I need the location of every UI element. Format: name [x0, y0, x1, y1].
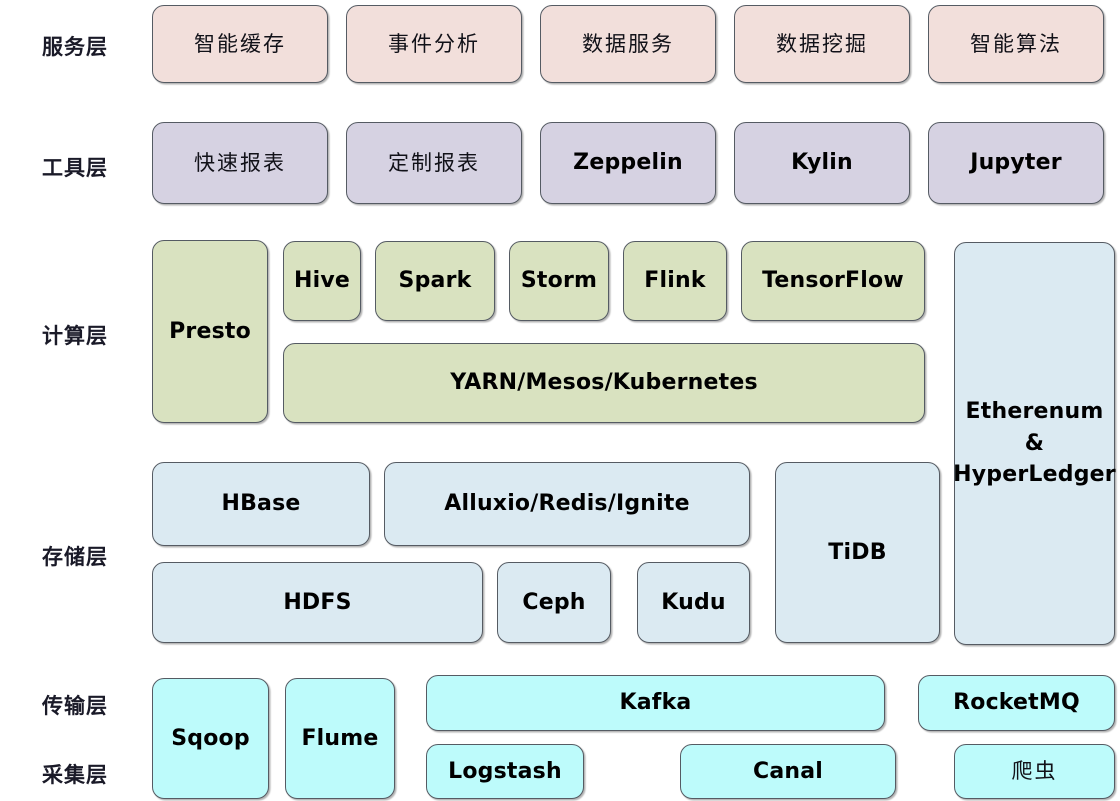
- node-label: 智能缓存: [194, 31, 286, 56]
- node-label: 事件分析: [388, 31, 480, 56]
- node-label: Spark: [398, 268, 472, 294]
- node-service-data-service[interactable]: 数据服务: [540, 5, 716, 83]
- node-storage-hdfs[interactable]: HDFS: [152, 562, 483, 643]
- node-service-smart-algorithm[interactable]: 智能算法: [928, 5, 1104, 83]
- node-collect-logstash[interactable]: Logstash: [426, 744, 584, 799]
- node-compute-yarn-mesos-kubernetes[interactable]: YARN/Mesos/Kubernetes: [283, 343, 925, 423]
- node-label: Alluxio/Redis/Ignite: [444, 491, 690, 517]
- node-storage-alluxio-redis-ignite[interactable]: Alluxio/Redis/Ignite: [384, 462, 750, 546]
- node-label: Canal: [752, 758, 824, 784]
- node-label: 定制报表: [388, 150, 480, 175]
- node-collect-canal[interactable]: Canal: [680, 744, 896, 799]
- node-transport-flume[interactable]: Flume: [285, 678, 395, 799]
- node-label: Jupyter: [970, 150, 1062, 176]
- node-label: 数据服务: [582, 31, 674, 56]
- node-label: RocketMQ: [953, 690, 1080, 716]
- node-label: Presto: [169, 318, 251, 344]
- node-label: HDFS: [283, 589, 352, 615]
- node-transport-kafka[interactable]: Kafka: [426, 675, 885, 731]
- node-label: Zeppelin: [573, 150, 683, 176]
- node-label: Kafka: [619, 690, 692, 716]
- node-label: Flume: [301, 725, 379, 751]
- node-transport-sqoop[interactable]: Sqoop: [152, 678, 269, 799]
- node-label: Ceph: [522, 589, 586, 615]
- node-compute-spark[interactable]: Spark: [375, 241, 495, 321]
- node-service-data-mining[interactable]: 数据挖掘: [734, 5, 910, 83]
- node-compute-storm[interactable]: Storm: [509, 241, 609, 321]
- node-label: 数据挖掘: [776, 31, 868, 56]
- node-compute-flink[interactable]: Flink: [623, 241, 727, 321]
- node-label: TiDB: [828, 539, 887, 565]
- node-label: Kudu: [661, 589, 726, 615]
- node-label: Kylin: [791, 150, 853, 176]
- node-label: Storm: [520, 268, 598, 294]
- node-compute-presto[interactable]: Presto: [152, 240, 268, 423]
- architecture-diagram: 服务层 工具层 计算层 存储层 传输层 采集层 智能缓存 事件分析 数据服务 数…: [0, 0, 1120, 801]
- node-tool-zeppelin[interactable]: Zeppelin: [540, 122, 716, 204]
- node-label: 爬虫: [1011, 759, 1058, 784]
- node-storage-kudu[interactable]: Kudu: [637, 562, 750, 643]
- node-label: Sqoop: [171, 725, 250, 751]
- node-service-smart-cache[interactable]: 智能缓存: [152, 5, 328, 83]
- node-tool-kylin[interactable]: Kylin: [734, 122, 910, 204]
- node-storage-ceph[interactable]: Ceph: [497, 562, 611, 643]
- layer-label-tool: 工具层: [42, 155, 108, 180]
- layer-label-storage: 存储层: [42, 544, 108, 569]
- node-transport-rocketmq[interactable]: RocketMQ: [918, 675, 1115, 731]
- node-blockchain-ethereum-hyperledger[interactable]: Etherenum & HyperLedger: [953, 242, 1116, 645]
- node-label: 智能算法: [970, 31, 1062, 56]
- layer-label-compute: 计算层: [42, 323, 108, 348]
- layer-label-collect: 采集层: [42, 762, 108, 787]
- node-label: Logstash: [448, 758, 562, 784]
- node-collect-crawler[interactable]: 爬虫: [954, 744, 1115, 799]
- layer-label-service: 服务层: [42, 34, 108, 59]
- layer-label-transport: 传输层: [42, 693, 108, 718]
- node-label: Hive: [293, 268, 350, 294]
- node-label: YARN/Mesos/Kubernetes: [450, 370, 758, 396]
- node-service-event-analysis[interactable]: 事件分析: [346, 5, 522, 83]
- node-compute-hive[interactable]: Hive: [283, 241, 361, 321]
- node-tool-custom-report[interactable]: 定制报表: [346, 122, 522, 204]
- node-label: Etherenum & HyperLedger: [953, 398, 1116, 488]
- node-label: 快速报表: [194, 150, 286, 175]
- node-tool-quick-report[interactable]: 快速报表: [152, 122, 328, 204]
- node-storage-tidb[interactable]: TiDB: [775, 462, 940, 643]
- node-label: TensorFlow: [762, 268, 904, 294]
- node-tool-jupyter[interactable]: Jupyter: [928, 122, 1104, 204]
- node-label: HBase: [221, 491, 301, 517]
- node-compute-tensorflow[interactable]: TensorFlow: [741, 241, 925, 321]
- node-label: Flink: [644, 268, 706, 294]
- node-storage-hbase[interactable]: HBase: [152, 462, 370, 546]
